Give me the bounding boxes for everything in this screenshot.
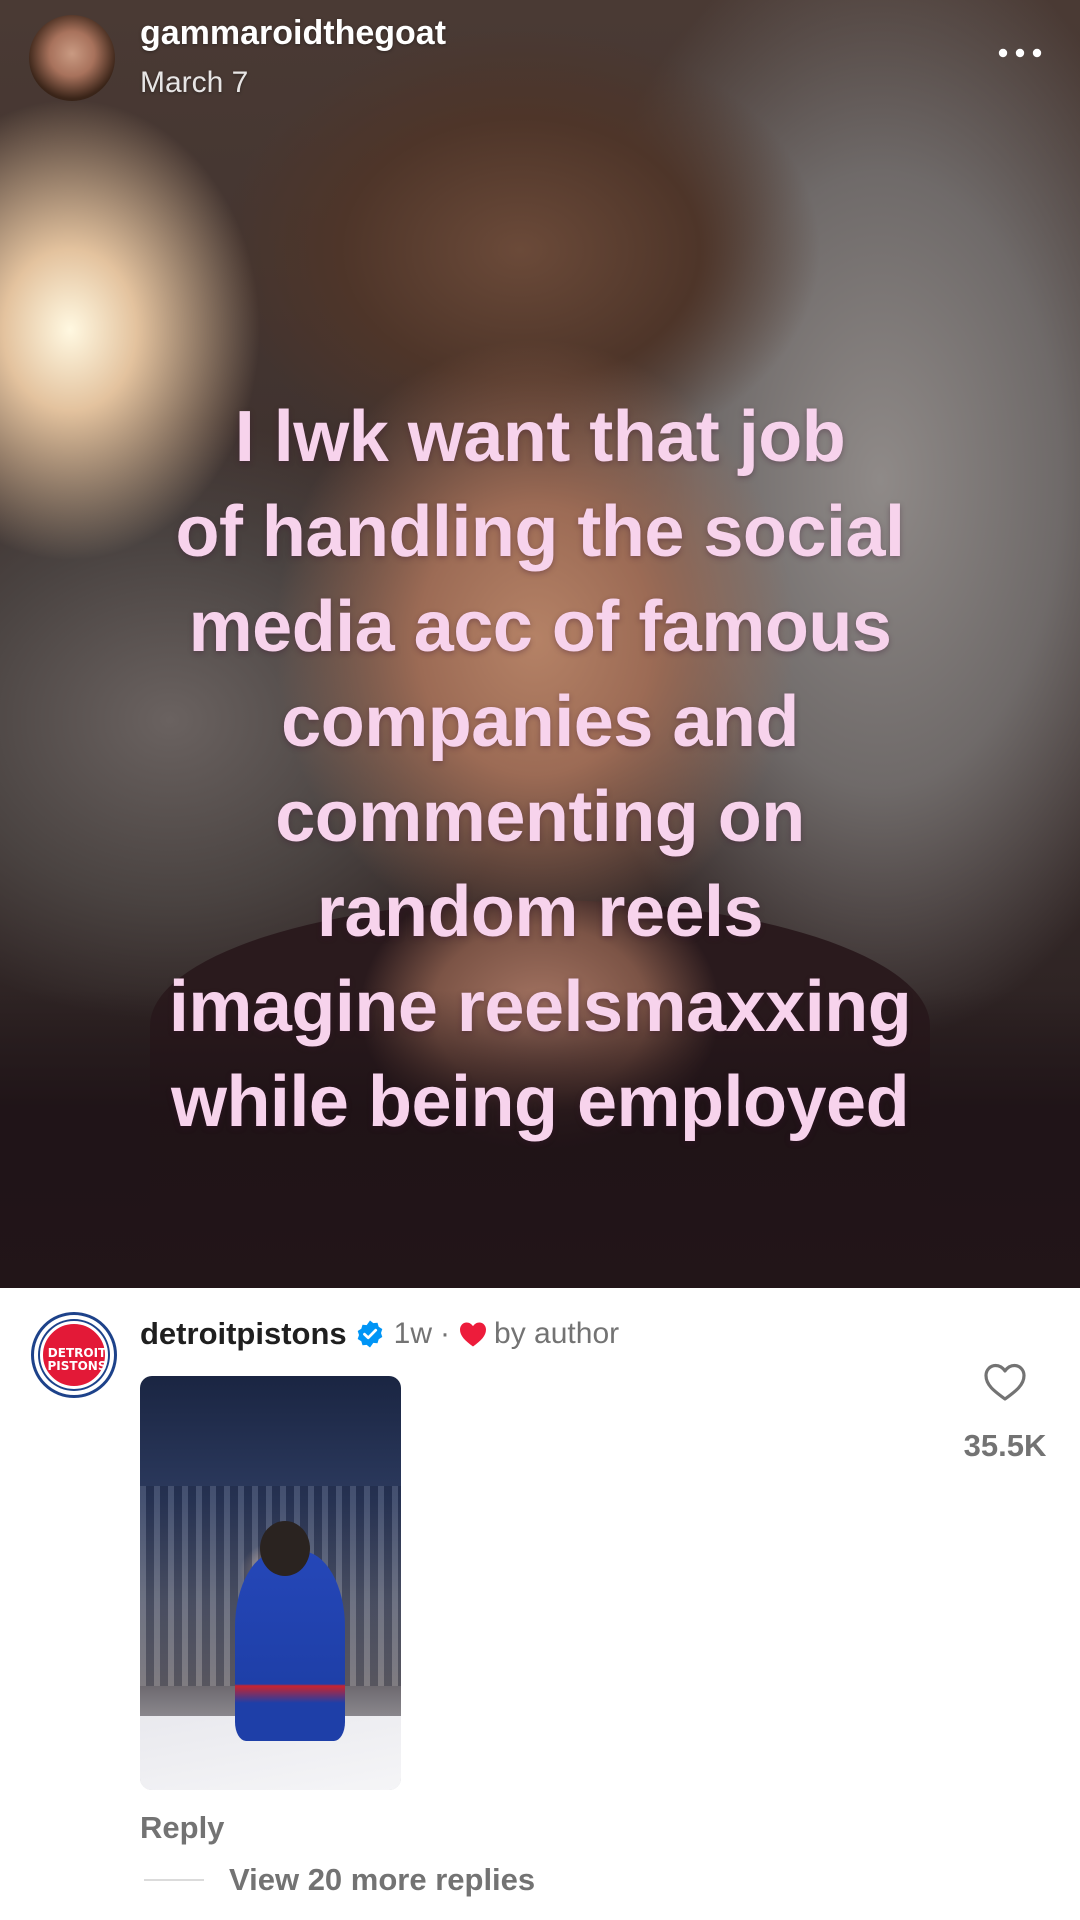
more-horizontal-icon[interactable] [995,43,1045,63]
post-date: March 7 [140,66,249,99]
comment-gif[interactable] [140,1376,401,1790]
caption-line: companies and [281,682,799,762]
caption-line: while being employed [170,1062,910,1142]
comment-item: DETROIT PISTONS detroitpistons 1w · by a… [0,1288,1080,1920]
heart-filled-icon [460,1322,487,1347]
gif-player [235,1551,345,1741]
view-replies-button[interactable]: View 20 more replies [229,1862,535,1898]
post-video[interactable]: gammaroidthegoat March 7 I lwk want that… [0,0,1080,1288]
poster-avatar[interactable] [29,15,115,101]
caption-line: random reels [316,872,764,952]
poster-username[interactable]: gammaroidthegoat [140,14,446,53]
commenter-avatar[interactable]: DETROIT PISTONS [31,1312,117,1398]
like-count: 35.5K [963,1428,1047,1463]
commenter-username[interactable]: detroitpistons [140,1316,347,1352]
replies-divider [144,1879,204,1881]
liked-by-author-label: by author [494,1317,620,1350]
caption-line: media acc of famous [188,587,892,667]
comment-meta: detroitpistons 1w · by author [140,1312,619,1356]
comment-time: 1w [393,1317,433,1350]
caption-line: commenting on [275,777,805,857]
reply-button[interactable]: Reply [140,1810,224,1846]
caption-line: I lwk want that job [234,397,846,477]
video-caption: I lwk want that job of handling the soci… [100,390,980,1150]
caption-line: imagine reelsmaxxing [168,967,912,1047]
meta-separator: · [440,1317,451,1350]
pistons-logo-text: DETROIT PISTONS [47,1346,107,1373]
post-header: gammaroidthegoat March 7 [0,0,1080,110]
caption-line: of handling the social [175,492,905,572]
heart-outline-icon[interactable] [983,1362,1027,1402]
gif-player-head [260,1521,310,1576]
pistons-logo: DETROIT PISTONS [40,1321,108,1389]
verified-badge-icon [357,1320,382,1348]
